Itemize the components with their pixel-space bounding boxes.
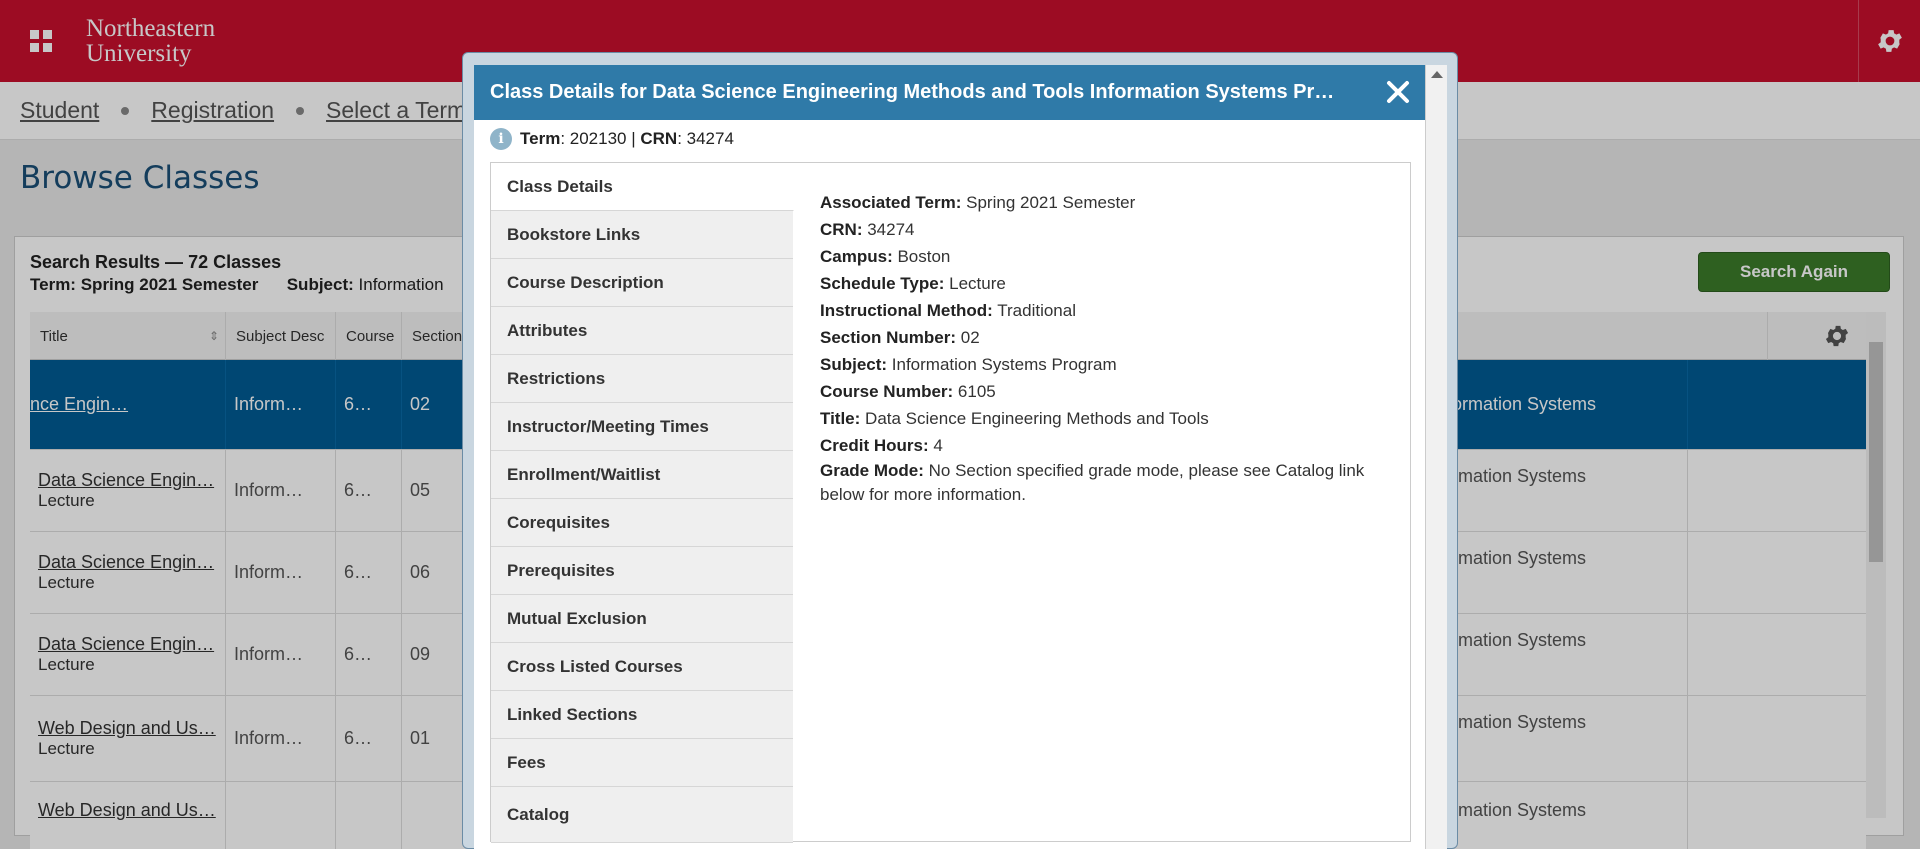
detail-label: Grade Mode: bbox=[820, 461, 924, 480]
tab-course-description[interactable]: Course Description bbox=[491, 259, 793, 307]
detail-campus: Campus: Boston bbox=[820, 243, 1400, 270]
detail-label: Schedule Type: bbox=[820, 274, 945, 293]
detail-value: 02 bbox=[956, 328, 980, 347]
detail-value: Data Science Engineering Methods and Too… bbox=[860, 409, 1209, 428]
tab-fees[interactable]: Fees bbox=[491, 739, 793, 787]
crn-value: : 34274 bbox=[677, 129, 734, 148]
detail-title: Title: Data Science Engineering Methods … bbox=[820, 405, 1400, 432]
detail-crn: CRN: 34274 bbox=[820, 216, 1400, 243]
tab-linked-sections[interactable]: Linked Sections bbox=[491, 691, 793, 739]
detail-label: CRN: bbox=[820, 220, 863, 239]
detail-value: 4 bbox=[928, 436, 943, 455]
crn-label: CRN bbox=[640, 129, 678, 148]
tab-catalog[interactable]: Catalog bbox=[491, 787, 793, 843]
detail-value: Boston bbox=[892, 247, 951, 266]
tab-class-details[interactable]: Class Details bbox=[491, 163, 794, 211]
detail-label: Course Number: bbox=[820, 382, 954, 401]
tab-instructor-meeting-times[interactable]: Instructor/Meeting Times bbox=[491, 403, 793, 451]
term-crn-line: i Term : 202130 | CRN : 34274 bbox=[490, 128, 734, 150]
detail-label: Title: bbox=[820, 409, 861, 428]
info-icon: i bbox=[490, 128, 512, 150]
detail-associated-term: Associated Term: Spring 2021 Semester bbox=[820, 189, 1400, 216]
detail-value: Spring 2021 Semester bbox=[961, 193, 1136, 212]
detail-credit-hours: Credit Hours: 4 bbox=[820, 432, 1400, 459]
close-button[interactable] bbox=[1385, 79, 1411, 105]
detail-label: Instructional Method: bbox=[820, 301, 993, 320]
tab-attributes[interactable]: Attributes bbox=[491, 307, 793, 355]
detail-label: Credit Hours: bbox=[820, 436, 929, 455]
scroll-up-arrow-icon[interactable] bbox=[1431, 71, 1443, 78]
detail-course-number: Course Number: 6105 bbox=[820, 378, 1400, 405]
detail-subject: Subject: Information Systems Program bbox=[820, 351, 1400, 378]
tab-mutual-exclusion[interactable]: Mutual Exclusion bbox=[491, 595, 793, 643]
detail-schedule-type: Schedule Type: Lecture bbox=[820, 270, 1400, 297]
detail-grade-mode: Grade Mode: No Section specified grade m… bbox=[820, 459, 1400, 507]
tab-bookstore-links[interactable]: Bookstore Links bbox=[491, 211, 793, 259]
dialog-title: Class Details for Data Science Engineeri… bbox=[490, 81, 1335, 103]
detail-value: 6105 bbox=[953, 382, 996, 401]
term-value: : 202130 | bbox=[560, 129, 641, 148]
detail-section-number: Section Number: 02 bbox=[820, 324, 1400, 351]
dialog-scrollbar[interactable] bbox=[1425, 65, 1447, 849]
class-details-dialog: Class Details for Data Science Engineeri… bbox=[462, 52, 1458, 849]
term-label: Term bbox=[520, 129, 561, 148]
detail-value: 34274 bbox=[862, 220, 915, 239]
tab-restrictions[interactable]: Restrictions bbox=[491, 355, 793, 403]
tab-cross-listed-courses[interactable]: Cross Listed Courses bbox=[491, 643, 793, 691]
details-tab-list: Class Details Bookstore Links Course Des… bbox=[491, 163, 794, 843]
tab-enrollment-waitlist[interactable]: Enrollment/Waitlist bbox=[491, 451, 793, 499]
detail-label: Section Number: bbox=[820, 328, 957, 347]
tab-corequisites[interactable]: Corequisites bbox=[491, 499, 793, 547]
tab-prerequisites[interactable]: Prerequisites bbox=[491, 547, 793, 595]
detail-value: Information Systems Program bbox=[887, 355, 1117, 374]
dialog-body: i Term : 202130 | CRN : 34274 Class Deta… bbox=[474, 120, 1425, 849]
close-icon bbox=[1387, 81, 1409, 103]
detail-value: Traditional bbox=[992, 301, 1076, 320]
class-details-content: Associated Term: Spring 2021 Semester CR… bbox=[820, 189, 1400, 507]
detail-label: Subject: bbox=[820, 355, 888, 374]
detail-instructional-method: Instructional Method: Traditional bbox=[820, 297, 1400, 324]
detail-label: Associated Term: bbox=[820, 193, 962, 212]
detail-label: Campus: bbox=[820, 247, 893, 266]
dialog-header: Class Details for Data Science Engineeri… bbox=[474, 65, 1425, 120]
detail-value: Lecture bbox=[944, 274, 1006, 293]
details-tabbox: Class Details Bookstore Links Course Des… bbox=[490, 162, 1411, 843]
